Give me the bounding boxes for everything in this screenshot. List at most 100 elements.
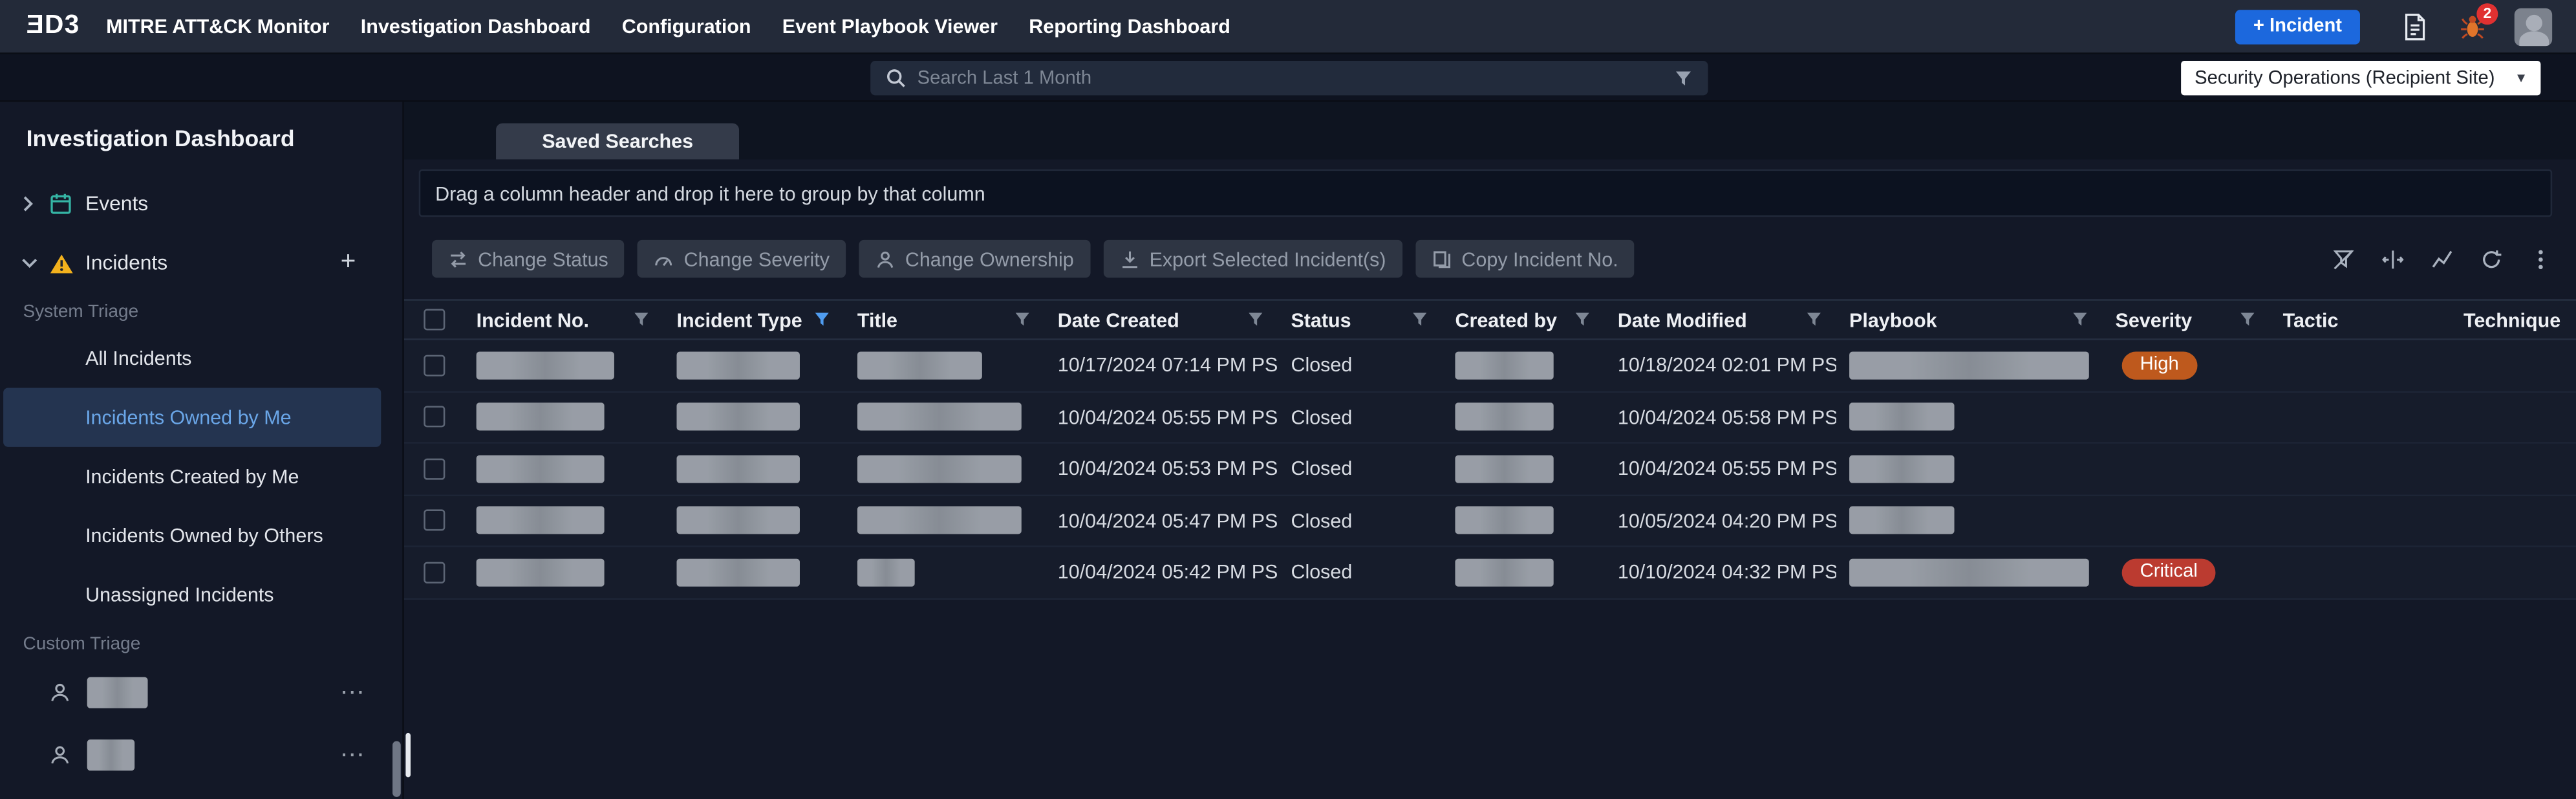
notification-count-badge: 2 <box>2476 3 2498 24</box>
chevron-down-icon[interactable] <box>21 256 49 269</box>
chevron-right-icon[interactable] <box>21 195 49 212</box>
col-date-created[interactable]: Date Created <box>1044 301 1278 338</box>
severity-badge: Critical <box>2122 558 2216 586</box>
redacted-incident-no <box>477 403 605 431</box>
redacted-incident-no <box>477 558 605 586</box>
export-selected-button[interactable]: Export Selected Incident(s) <box>1103 240 1402 278</box>
cell-status: Closed <box>1278 444 1442 494</box>
row-checkbox[interactable] <box>423 458 444 479</box>
cell-status: Closed <box>1278 392 1442 442</box>
cell-severity <box>2102 392 2270 442</box>
filter-icon[interactable] <box>2238 311 2257 329</box>
table-row[interactable]: 10/17/2024 07:14 PM PST Closed 10/18/202… <box>404 340 2576 392</box>
table-row[interactable]: 10/04/2024 05:55 PM PST Closed 10/04/202… <box>404 392 2576 444</box>
sidebar-item-all-incidents[interactable]: All Incidents <box>3 329 381 388</box>
col-date-modified[interactable]: Date Modified <box>1605 301 1836 338</box>
column-resize-icon[interactable] <box>2381 247 2405 270</box>
custom-triage-item[interactable]: ⋯ <box>0 723 402 786</box>
redacted-playbook <box>1849 558 2089 586</box>
table-row[interactable]: 10/04/2024 05:42 PM PST Closed 10/10/202… <box>404 547 2576 599</box>
nav-event-playbook-viewer[interactable]: Event Playbook Viewer <box>782 15 998 38</box>
copy-icon <box>1432 249 1452 268</box>
cell-tactic <box>2270 444 2450 494</box>
global-search[interactable] <box>870 61 1707 95</box>
grid-toolbar: Change Status Change Severity Change Own… <box>432 240 2552 278</box>
search-input[interactable] <box>918 68 1662 87</box>
nav-investigation-dashboard[interactable]: Investigation Dashboard <box>361 15 591 38</box>
select-all-checkbox[interactable] <box>423 309 444 331</box>
events-calendar-icon <box>49 192 85 215</box>
document-icon[interactable] <box>2403 12 2427 40</box>
redacted-title <box>857 351 982 379</box>
site-selector[interactable]: Security Operations (Recipient Site) ▼ <box>2182 61 2541 95</box>
item-menu-button[interactable]: ⋯ <box>340 739 367 769</box>
sidebar: Investigation Dashboard Events <box>0 102 404 799</box>
cell-date-created: 10/04/2024 05:53 PM PST <box>1044 444 1278 494</box>
tree-item-label: Incidents <box>85 252 167 275</box>
main-panel: Saved Searches Drag a column header and … <box>404 102 2576 799</box>
cell-date-modified: 10/05/2024 04:20 PM PST <box>1605 496 1836 545</box>
user-avatar[interactable] <box>2515 7 2552 45</box>
sidebar-item-incidents-owned-by-me[interactable]: Incidents Owned by Me <box>3 388 381 446</box>
scrollbar-thumb[interactable] <box>405 733 411 778</box>
filter-icon-active[interactable] <box>813 311 831 329</box>
filter-icon[interactable] <box>2071 311 2089 329</box>
row-checkbox[interactable] <box>423 562 444 583</box>
filter-icon[interactable] <box>1247 311 1265 329</box>
tree-item-events[interactable]: Events <box>0 174 402 233</box>
nav-reporting-dashboard[interactable]: Reporting Dashboard <box>1029 15 1230 38</box>
kebab-menu-icon[interactable] <box>2529 247 2553 270</box>
filter-icon[interactable] <box>1013 311 1031 329</box>
col-technique[interactable]: Technique <box>2451 301 2576 338</box>
cell-date-created: 10/04/2024 05:47 PM PST <box>1044 496 1278 545</box>
notification-bug-icon[interactable]: 2 <box>2458 12 2486 40</box>
filter-icon[interactable] <box>1411 311 1429 329</box>
col-incident-no[interactable]: Incident No. <box>463 301 663 338</box>
d3-logo[interactable]: ƎD3 <box>27 12 80 41</box>
sidebar-item-incidents-owned-by-others[interactable]: Incidents Owned by Others <box>3 506 381 565</box>
filter-icon[interactable] <box>632 311 650 329</box>
redacted-title <box>857 558 915 586</box>
row-checkbox[interactable] <box>423 406 444 428</box>
group-by-dropzone[interactable]: Drag a column header and drop it here to… <box>419 170 2552 217</box>
copy-incident-no-button[interactable]: Copy Incident No. <box>1415 240 1635 278</box>
nav-mitre-attack-monitor[interactable]: MITRE ATT&CK Monitor <box>106 15 329 38</box>
col-playbook[interactable]: Playbook <box>1836 301 2102 338</box>
row-checkbox[interactable] <box>423 355 444 376</box>
col-incident-type[interactable]: Incident Type <box>663 301 844 338</box>
chart-icon[interactable] <box>2431 247 2454 270</box>
filter-icon[interactable] <box>1573 311 1591 329</box>
change-ownership-button[interactable]: Change Ownership <box>859 240 1090 278</box>
col-title[interactable]: Title <box>844 301 1045 338</box>
filter-icon[interactable] <box>1805 311 1823 329</box>
change-status-button[interactable]: Change Status <box>432 240 625 278</box>
clear-filter-icon[interactable] <box>2332 247 2356 270</box>
table-row[interactable]: 10/04/2024 05:53 PM PST Closed 10/04/202… <box>404 444 2576 496</box>
custom-triage-item[interactable]: ⋯ <box>0 661 402 723</box>
sidebar-item-unassigned-incidents[interactable]: Unassigned Incidents <box>3 565 381 624</box>
sidebar-item-incidents-created-by-me[interactable]: Incidents Created by Me <box>3 447 381 506</box>
redacted-playbook <box>1849 455 1955 483</box>
col-created-by[interactable]: Created by <box>1442 301 1604 338</box>
search-row: Security Operations (Recipient Site) ▼ <box>0 54 2576 102</box>
sidebar-scrollbar-thumb[interactable] <box>392 741 401 797</box>
redacted-playbook <box>1849 507 1955 534</box>
refresh-icon[interactable] <box>2480 247 2503 270</box>
col-status[interactable]: Status <box>1278 301 1442 338</box>
col-severity[interactable]: Severity <box>2102 301 2270 338</box>
redacted-created-by <box>1455 351 1553 379</box>
tab-saved-searches[interactable]: Saved Searches <box>496 124 739 160</box>
new-incident-button[interactable]: + Incident <box>2235 9 2360 43</box>
search-filter-icon[interactable] <box>1673 68 1692 87</box>
person-icon <box>49 681 70 703</box>
tree-item-incidents[interactable]: Incidents + <box>0 234 402 292</box>
change-severity-button[interactable]: Change Severity <box>638 240 846 278</box>
cell-technique <box>2451 547 2576 597</box>
add-view-button[interactable]: + <box>334 250 363 276</box>
col-tactic[interactable]: Tactic <box>2270 301 2450 338</box>
item-menu-button[interactable]: ⋯ <box>340 677 367 706</box>
table-row[interactable]: 10/04/2024 05:47 PM PST Closed 10/05/202… <box>404 496 2576 547</box>
redacted-incident-type <box>676 403 800 431</box>
nav-configuration[interactable]: Configuration <box>622 15 751 38</box>
row-checkbox[interactable] <box>423 510 444 531</box>
